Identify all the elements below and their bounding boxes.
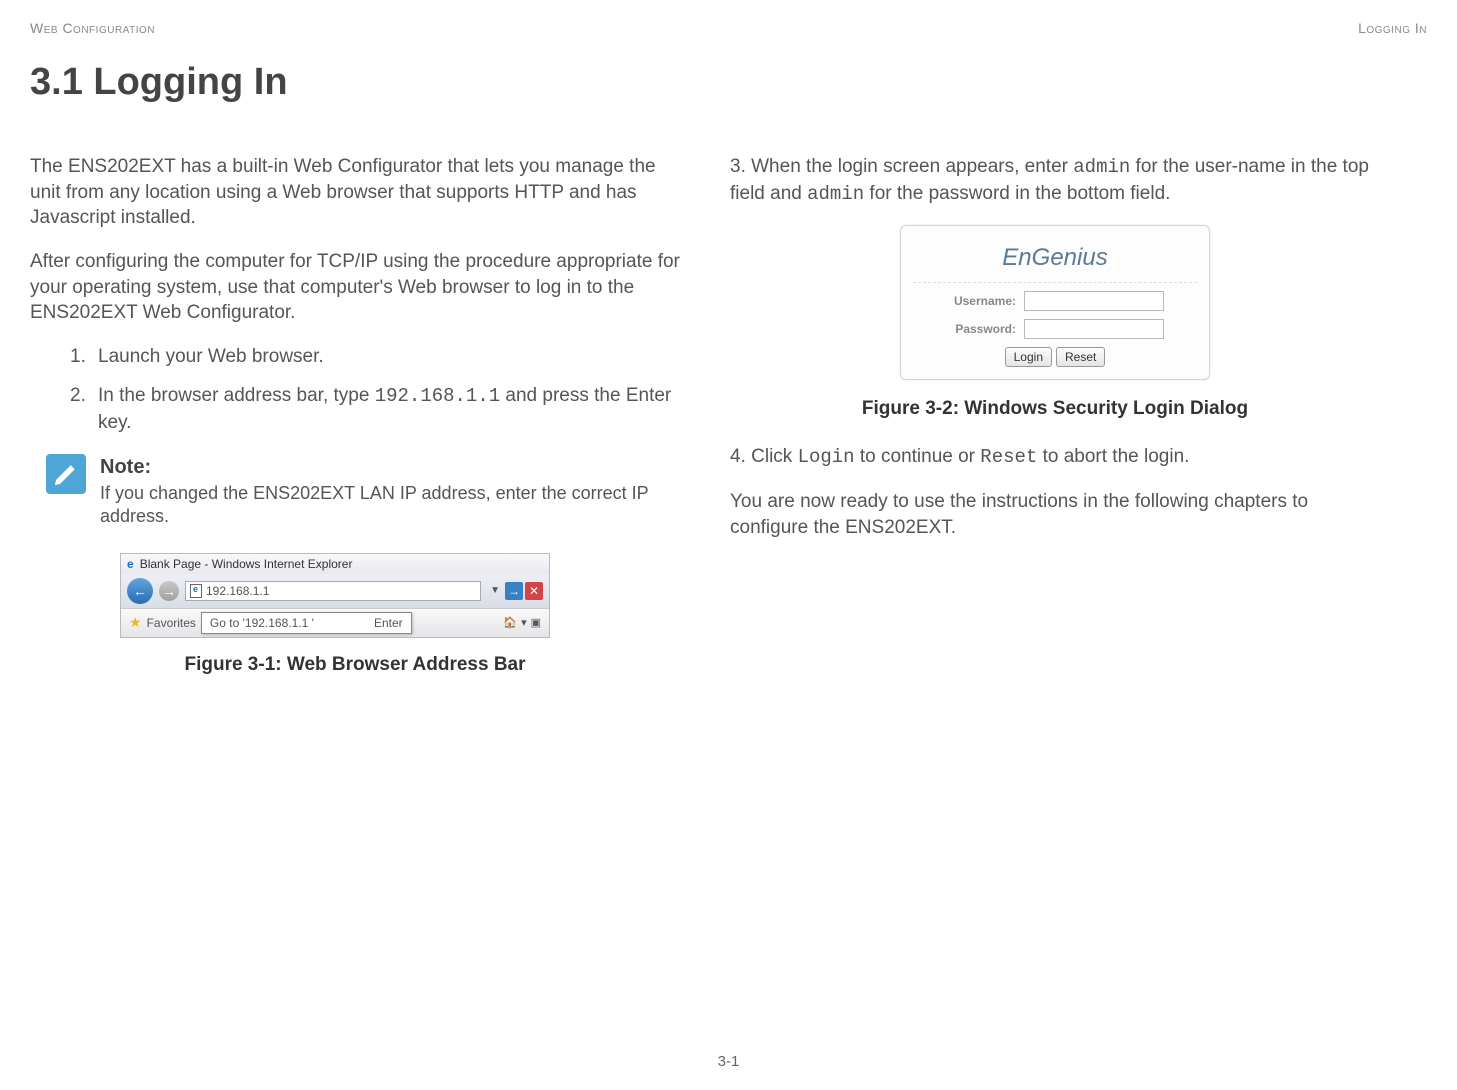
- favorites-bar: ★ Favorites Go to '192.168.1.1 ' Enter 🏠…: [121, 608, 549, 637]
- login-brand: EnGenius: [913, 238, 1197, 283]
- step-2: 2. In the browser address bar, type 192.…: [70, 383, 680, 435]
- forward-button-icon[interactable]: →: [159, 581, 179, 601]
- page-header: Web Configuration Logging In: [30, 20, 1427, 36]
- favorites-label: Favorites: [147, 616, 196, 630]
- step-1: 1. Launch your Web browser.: [70, 344, 680, 370]
- tooltip-text: Go to '192.168.1.1 ': [210, 616, 314, 630]
- goto-tooltip: Go to '192.168.1.1 ' Enter: [201, 612, 412, 634]
- step-3-code2: admin: [807, 183, 864, 205]
- nav-end-buttons: ▼ → ✕: [487, 582, 543, 600]
- login-dialog-figure: EnGenius Username: Password: Login Reset: [900, 225, 1210, 380]
- favorites-left: ★ Favorites Go to '192.168.1.1 ' Enter: [129, 612, 412, 634]
- pencil-note-icon: [46, 454, 86, 494]
- feed-icon[interactable]: ▣: [531, 616, 541, 629]
- dropdown-icon[interactable]: ▼: [487, 585, 503, 596]
- step-3-c: for the password in the bottom field.: [864, 183, 1170, 204]
- intro-paragraph-1: The ENS202EXT has a built-in Web Configu…: [30, 154, 680, 231]
- closing-paragraph: You are now ready to use the instruction…: [730, 489, 1380, 540]
- tooltip-a: Go to ': [210, 616, 245, 630]
- left-column: The ENS202EXT has a built-in Web Configu…: [30, 154, 680, 700]
- step-3-a: 3. When the login screen appears, enter: [730, 156, 1073, 177]
- note-text: If you changed the ENS202EXT LAN IP addr…: [100, 482, 680, 529]
- figure-2-caption: Figure 3-2: Windows Security Login Dialo…: [730, 398, 1380, 420]
- step-4-b: to continue or: [855, 446, 981, 467]
- browser-figure: e Blank Page - Windows Internet Explorer…: [120, 553, 550, 638]
- browser-title: Blank Page - Windows Internet Explorer: [140, 557, 353, 571]
- step-2-code: 192.168.1.1: [375, 385, 500, 407]
- page-icon: [190, 584, 202, 598]
- home-icon[interactable]: 🏠: [503, 616, 517, 629]
- url-text: 192.168.1.1: [206, 584, 269, 598]
- stop-button-icon[interactable]: ✕: [525, 582, 543, 600]
- browser-title-bar: e Blank Page - Windows Internet Explorer: [121, 554, 549, 574]
- page-number: 3-1: [718, 1053, 740, 1070]
- browser-nav-bar: ← → 192.168.1.1 ▼ → ✕: [121, 574, 549, 608]
- address-bar[interactable]: 192.168.1.1: [185, 581, 481, 601]
- note-content: Note: If you changed the ENS202EXT LAN I…: [100, 454, 680, 529]
- step-3-code1: admin: [1073, 156, 1130, 178]
- step-2-text-a: In the browser address bar, type: [98, 385, 375, 406]
- password-input[interactable]: [1024, 319, 1164, 339]
- ie-logo-icon: e: [127, 557, 134, 571]
- chevron-down-icon[interactable]: ▾: [521, 616, 527, 629]
- star-icon[interactable]: ★: [129, 614, 142, 631]
- username-label: Username:: [946, 294, 1016, 308]
- reset-button[interactable]: Reset: [1056, 347, 1105, 367]
- password-row: Password:: [913, 319, 1197, 339]
- step-2-number: 2.: [70, 383, 98, 435]
- note-label: Note:: [100, 454, 680, 480]
- login-button[interactable]: Login: [1005, 347, 1052, 367]
- password-label: Password:: [946, 322, 1016, 336]
- favorites-right: 🏠 ▾ ▣: [503, 616, 541, 629]
- figure-1-caption: Figure 3-1: Web Browser Address Bar: [30, 654, 680, 676]
- enter-label: Enter: [374, 616, 403, 630]
- header-right: Logging In: [1358, 20, 1427, 36]
- header-left: Web Configuration: [30, 20, 155, 36]
- content-columns: The ENS202EXT has a built-in Web Configu…: [30, 154, 1427, 700]
- go-button-icon[interactable]: →: [505, 582, 523, 600]
- step-4-a: 4. Click: [730, 446, 798, 467]
- note-box: Note: If you changed the ENS202EXT LAN I…: [46, 454, 680, 529]
- right-column: 3. When the login screen appears, enter …: [730, 154, 1380, 700]
- step-4-c: to abort the login.: [1037, 446, 1189, 467]
- tooltip-c: ': [308, 616, 314, 630]
- step-4: 4. Click Login to continue or Reset to a…: [730, 444, 1380, 471]
- step-1-text: Launch your Web browser.: [98, 344, 324, 370]
- username-row: Username:: [913, 291, 1197, 311]
- login-buttons: Login Reset: [913, 347, 1197, 367]
- back-button-icon[interactable]: ←: [127, 578, 153, 604]
- step-4-code2: Reset: [980, 446, 1037, 468]
- intro-paragraph-2: After configuring the computer for TCP/I…: [30, 249, 680, 326]
- step-1-number: 1.: [70, 344, 98, 370]
- step-4-code1: Login: [798, 446, 855, 468]
- page-title: 3.1 Logging In: [30, 61, 1427, 104]
- username-input[interactable]: [1024, 291, 1164, 311]
- step-3: 3. When the login screen appears, enter …: [730, 154, 1380, 207]
- step-2-text: In the browser address bar, type 192.168…: [98, 383, 680, 435]
- tooltip-b: 192.168.1.1: [245, 616, 308, 630]
